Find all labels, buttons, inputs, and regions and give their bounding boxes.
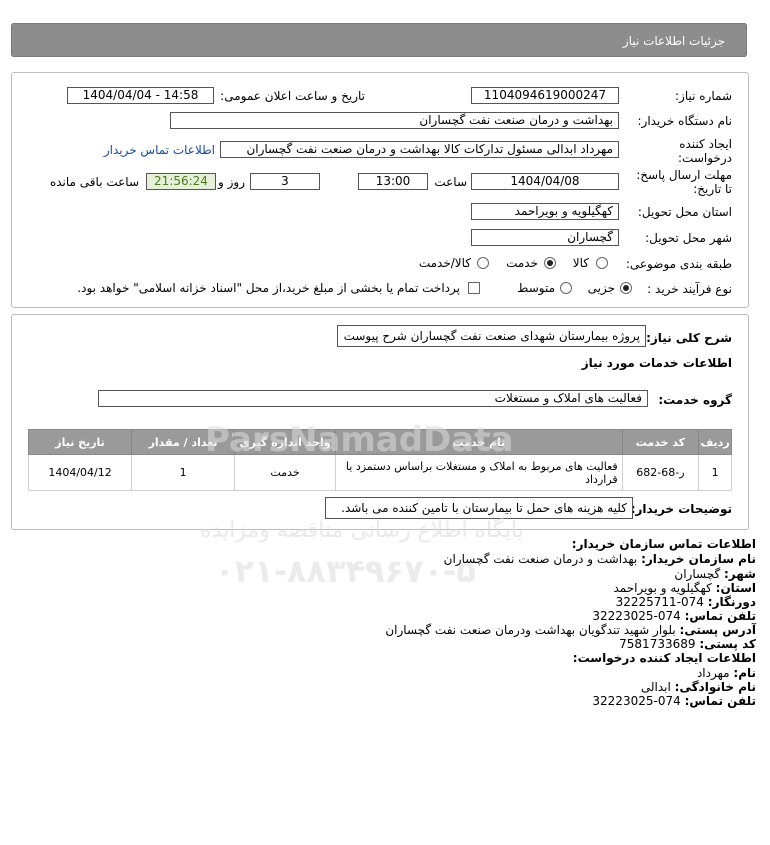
contact-postal-label: کد پستی: (699, 637, 756, 651)
watermark-phone: ۰۲۱-۸۸۳۴۹۶۷۰-۵ (215, 552, 476, 590)
process-radio-medium[interactable] (560, 282, 572, 294)
service-group-field[interactable]: فعالیت های املاک و مستغلات (98, 390, 648, 407)
col-header-date: تاریخ نیاز (27, 429, 133, 455)
contact-city-label: شهر: (724, 567, 756, 581)
table-header-row: ردیف کد خدمت نام خدمت واحد اندازه گیری ت… (27, 429, 732, 455)
contact-buyer-link[interactable]: اطلاعات تماس خریدار (104, 143, 215, 157)
contact-province-line: استان: کهگیلویه و بویراحمد (613, 581, 756, 595)
contact-city-line: شهر: گچساران (674, 567, 756, 581)
contact-province-label: استان: (715, 581, 756, 595)
announce-label: تاریخ و ساعت اعلان عمومی: (220, 89, 365, 103)
col-header-qty: تعداد / مقدار (131, 429, 236, 455)
process-radio-minor[interactable] (620, 282, 632, 294)
category-option-goods-service: کالا/خدمت (418, 256, 471, 270)
treasury-payment-checkbox[interactable] (468, 282, 480, 294)
category-option-service: خدمت (506, 256, 538, 270)
creator-last-name-line: نام خانوادگی: ابدالی (641, 680, 756, 694)
contact-fax-label: دورنگار: (707, 595, 756, 609)
contact-org-line: نام سازمان خریدار: بهداشت و درمان صنعت ن… (444, 552, 756, 566)
province-label: استان محل تحویل: (637, 205, 732, 219)
col-header-name: نام خدمت (335, 429, 623, 455)
treasury-payment-text: پرداخت تمام یا بخشی از مبلغ خرید،از محل … (77, 281, 460, 295)
contact-fax-line: دورنگار: 074-32225711 (616, 595, 756, 609)
services-heading: اطلاعات خدمات مورد نیاز (581, 356, 732, 370)
category-radio-service[interactable] (544, 257, 556, 269)
creator-last-name-label: نام خانوادگی: (674, 680, 756, 694)
contact-city-value: گچساران (674, 567, 721, 581)
creator-field[interactable]: مهرداد ابدالی مسئول تدارکات کالا بهداشت … (220, 141, 619, 158)
contact-address-value: بلوار شهید تندگویان بهداشت ودرمان صنعت ن… (385, 623, 676, 637)
contact-postal-value: 7581733689 (619, 637, 696, 651)
creator-label-1: ایجاد کننده (679, 137, 732, 151)
contact-org-value: بهداشت و درمان صنعت نفت گچساران (443, 552, 638, 566)
summary-field[interactable]: پروژه بیمارستان شهدای صنعت نفت گچساران ش… (337, 325, 646, 347)
cell-index: 1 (698, 454, 732, 491)
services-table: ردیف کد خدمت نام خدمت واحد اندازه گیری ت… (27, 429, 732, 491)
col-header-unit: واحد اندازه گیری (234, 429, 337, 455)
need-number-field[interactable]: 1104094619000247 (471, 87, 619, 104)
contact-address-line: آدرس پستی: بلوار شهید تندگویان بهداشت ود… (385, 623, 756, 637)
creator-phone-label: تلفن تماس: (684, 694, 756, 708)
creator-first-name-value: مهرداد (696, 666, 730, 680)
category-label: طبقه بندی موضوعی: (625, 257, 732, 271)
contact-phone-value: 074-32223025 (592, 609, 681, 623)
deadline-label-2: تا تاریخ: (693, 182, 732, 196)
contact-org-label: نام سازمان خریدار: (641, 552, 756, 566)
deadline-date-field[interactable]: 1404/04/08 (471, 173, 619, 190)
page-header: جزئیات اطلاعات نیاز (11, 23, 747, 57)
buyer-notes-label: توضیحات خریدار: (630, 502, 732, 516)
creator-info-heading: اطلاعات ایجاد کننده درخواست: (572, 651, 756, 665)
city-label: شهر محل تحویل: (645, 231, 732, 245)
creator-label-2: درخواست: (678, 151, 732, 165)
creator-last-name-value: ابدالی (640, 680, 671, 694)
contact-heading: اطلاعات تماس سازمان خریدار: (571, 537, 756, 551)
days-label: روز و (218, 175, 245, 189)
summary-label: شرح کلی نیاز: (646, 331, 732, 345)
need-info-panel (11, 72, 749, 308)
province-field[interactable]: کهگیلویه و بویراحمد (471, 203, 619, 220)
col-header-code: کد خدمت (621, 429, 700, 455)
remaining-time-field: 21:56:24 (146, 173, 216, 190)
category-radio-goods[interactable] (596, 257, 608, 269)
cell-unit: خدمت (234, 454, 337, 491)
process-label: نوع فرآیند خرید : (647, 282, 732, 296)
service-group-label: گروه خدمت: (658, 393, 732, 407)
announce-field[interactable]: 1404/04/04 - 14:58 (67, 87, 214, 104)
deadline-time-label: ساعت (434, 175, 467, 189)
deadline-time-field[interactable]: 13:00 (358, 173, 428, 190)
category-radio-goods-service[interactable] (477, 257, 489, 269)
category-option-goods: کالا (572, 256, 589, 270)
buyer-notes-field[interactable]: کلیه هزینه های حمل تا بیمارستان با تامین… (325, 497, 633, 519)
contact-postal-line: کد پستی: 7581733689 (619, 637, 756, 651)
remaining-label: ساعت باقی مانده (49, 175, 139, 189)
buyer-org-field[interactable]: بهداشت و درمان صنعت نفت گچساران (170, 112, 619, 129)
cell-date: 1404/04/12 (27, 454, 133, 491)
page-title: جزئیات اطلاعات نیاز (622, 34, 725, 48)
process-option-medium: متوسط (517, 281, 555, 295)
cell-code: ر-68-682 (621, 454, 700, 491)
city-field[interactable]: گچساران (471, 229, 619, 246)
cell-name: فعالیت های مربوط به املاک و مستغلات براس… (335, 454, 623, 491)
creator-first-name-line: نام: مهرداد (697, 666, 756, 680)
contact-phone-label: تلفن تماس: (684, 609, 756, 623)
table-row[interactable]: 1 ر-68-682 فعالیت های مربوط به املاک و م… (27, 454, 732, 491)
contact-province-value: کهگیلویه و بویراحمد (613, 581, 712, 595)
contact-phone-line: تلفن تماس: 074-32223025 (592, 609, 756, 623)
buyer-org-label: نام دستگاه خریدار: (637, 114, 733, 128)
contact-fax-value: 074-32225711 (615, 595, 704, 609)
need-number-label: شماره نیاز: (675, 89, 732, 103)
creator-phone-line: تلفن تماس: 074-32223025 (592, 694, 756, 708)
deadline-label-1: مهلت ارسال پاسخ: (636, 168, 732, 182)
col-header-index: ردیف (698, 429, 732, 455)
days-remaining-field[interactable]: 3 (250, 173, 320, 190)
creator-first-name-label: نام: (733, 666, 756, 680)
contact-address-label: آدرس پستی: (679, 623, 756, 637)
process-option-minor: جزیی (587, 281, 615, 295)
cell-qty: 1 (131, 454, 236, 491)
creator-phone-value: 074-32223025 (592, 694, 681, 708)
